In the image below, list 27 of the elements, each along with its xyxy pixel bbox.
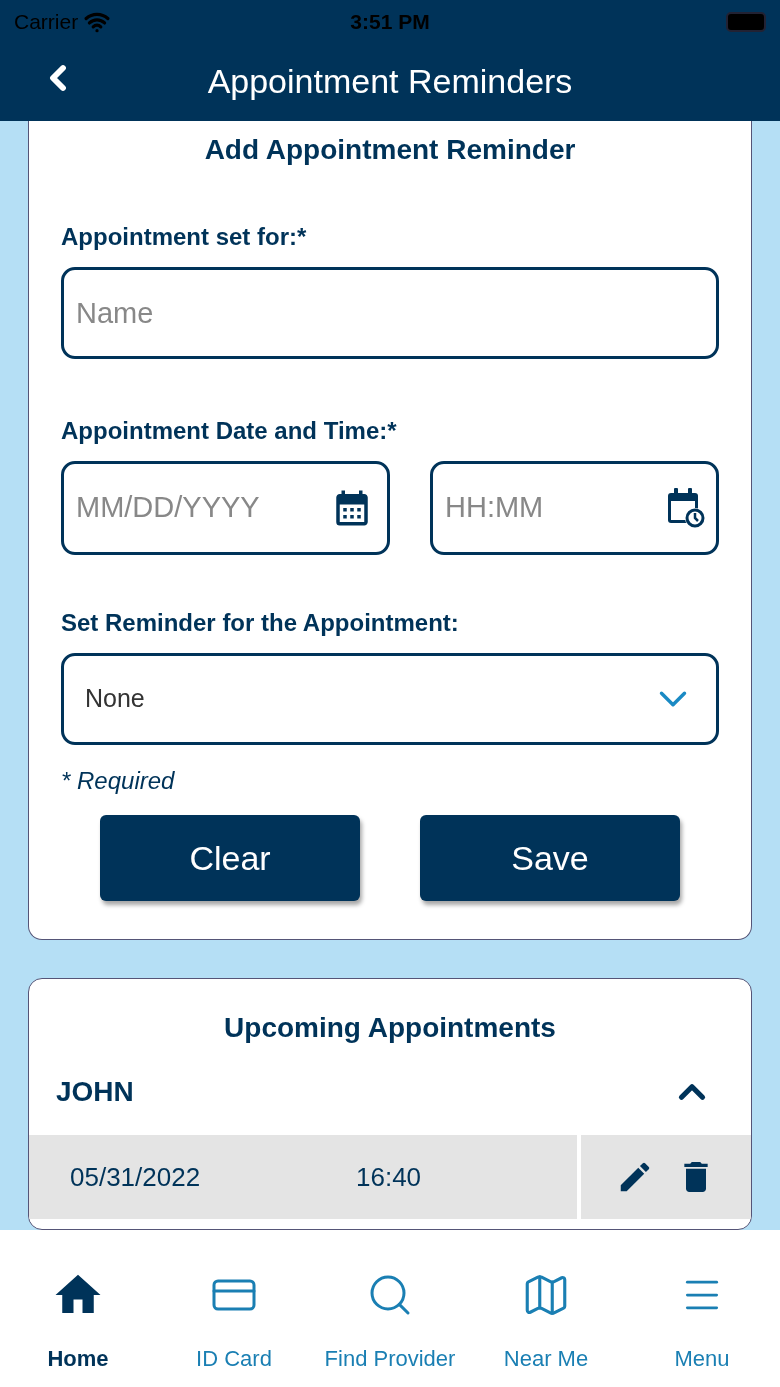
tab-item[interactable]: Near Me (468, 1230, 624, 1387)
accordion-header[interactable]: JOHN (29, 1049, 751, 1135)
section-title: Upcoming Appointments (223, 1011, 557, 1045)
appointment-date: 05/31/2022 (70, 1160, 202, 1194)
appointment-time: 16:40 (356, 1160, 422, 1194)
tab-item[interactable]: Home (0, 1230, 156, 1387)
field-label: Set Reminder for the Appointment: (61, 608, 460, 638)
battery-icon (726, 12, 766, 32)
tab-item[interactable]: ID Card (156, 1230, 312, 1387)
required-note: * Required (61, 766, 176, 796)
field-label: Appointment set for:* (61, 222, 308, 252)
status-time: 3:51 PM (350, 9, 430, 36)
reminder-dropdown[interactable]: None (61, 653, 719, 745)
date-field[interactable]: MM/DD/YYYY (61, 461, 390, 555)
tab-item[interactable]: Menu (624, 1230, 780, 1387)
calendar-clock-icon[interactable] (666, 487, 706, 529)
name-field[interactable]: Name (61, 267, 719, 359)
time-input[interactable]: HH:MM (445, 486, 666, 530)
tab-item[interactable]: Find Provider (312, 1230, 468, 1387)
form-title: Add Appointment Reminder (203, 133, 577, 167)
clear-button[interactable]: Clear (100, 815, 360, 901)
carrier-label: Carrier (14, 9, 79, 36)
save-button[interactable]: Save (420, 815, 680, 901)
time-field[interactable]: HH:MM (430, 461, 719, 555)
date-input[interactable]: MM/DD/YYYY (76, 486, 331, 530)
page-title: Appointment Reminders (207, 61, 573, 102)
field-label: Appointment Date and Time:* (61, 416, 398, 446)
